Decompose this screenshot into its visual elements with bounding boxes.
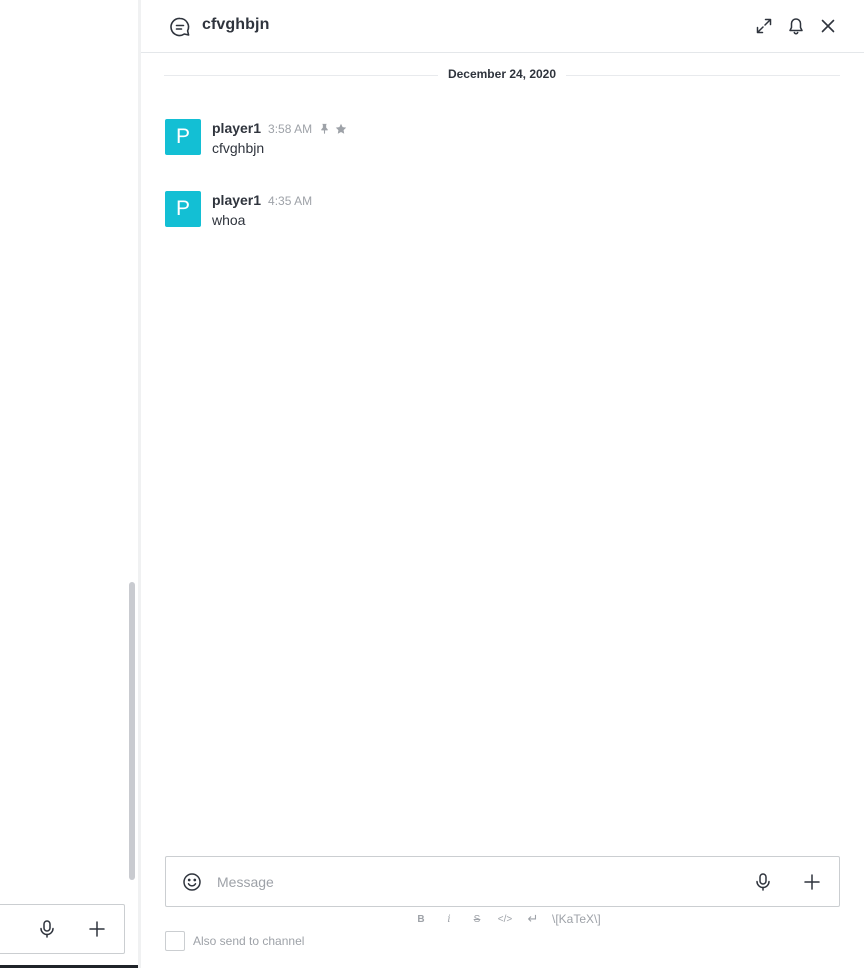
thread-icon	[168, 15, 192, 39]
avatar[interactable]: P	[165, 119, 201, 155]
main-room-pane	[0, 0, 138, 968]
microphone-icon[interactable]	[35, 917, 59, 941]
message-timestamp: 4:35 AM	[268, 194, 313, 208]
date-divider: December 24, 2020	[164, 66, 840, 84]
expand-icon[interactable]	[752, 14, 776, 38]
also-send-to-channel[interactable]: Also send to channel	[165, 931, 304, 951]
plus-icon[interactable]	[85, 917, 109, 941]
thread-header: cfvghbjn	[141, 0, 864, 53]
close-icon[interactable]	[816, 14, 840, 38]
pin-icon	[317, 122, 331, 136]
bell-icon[interactable]	[784, 14, 808, 38]
message-text: whoa	[212, 212, 246, 228]
multiline-button[interactable]: ↵	[519, 910, 547, 928]
italic-button[interactable]: i	[435, 910, 463, 928]
message-username[interactable]: player1	[212, 192, 261, 208]
avatar[interactable]: P	[165, 191, 201, 227]
message-item[interactable]: P player1 4:35 AM whoa	[165, 191, 825, 231]
plus-icon[interactable]	[800, 870, 824, 894]
message-input[interactable]	[217, 868, 737, 895]
date-divider-label: December 24, 2020	[437, 67, 567, 81]
also-send-label[interactable]: Also send to channel	[193, 934, 304, 948]
star-icon	[334, 122, 348, 136]
thread-title: cfvghbjn	[202, 16, 270, 33]
strikethrough-button[interactable]: S	[463, 910, 491, 928]
main-room-scrollbar[interactable]	[129, 582, 135, 880]
microphone-icon[interactable]	[751, 870, 775, 894]
thread-composer	[165, 856, 840, 907]
message-text: cfvghbjn	[212, 140, 265, 156]
main-room-composer[interactable]	[0, 904, 125, 954]
code-button[interactable]: </>	[491, 910, 519, 928]
emoji-icon[interactable]	[180, 870, 204, 894]
katex-link[interactable]: \[KaTeX\]	[552, 912, 601, 926]
message-item[interactable]: P player1 3:58 AM cfvghbjn	[165, 119, 825, 159]
also-send-checkbox[interactable]	[165, 931, 185, 951]
message-username[interactable]: player1	[212, 120, 261, 136]
bold-button[interactable]: B	[407, 910, 435, 928]
thread-panel: cfvghbjn December 24, 2020 P player1 3:5…	[141, 0, 864, 968]
formatting-toolbar: B i S </> ↵ \[KaTeX\]	[407, 910, 601, 928]
message-timestamp: 3:58 AM	[268, 122, 313, 136]
